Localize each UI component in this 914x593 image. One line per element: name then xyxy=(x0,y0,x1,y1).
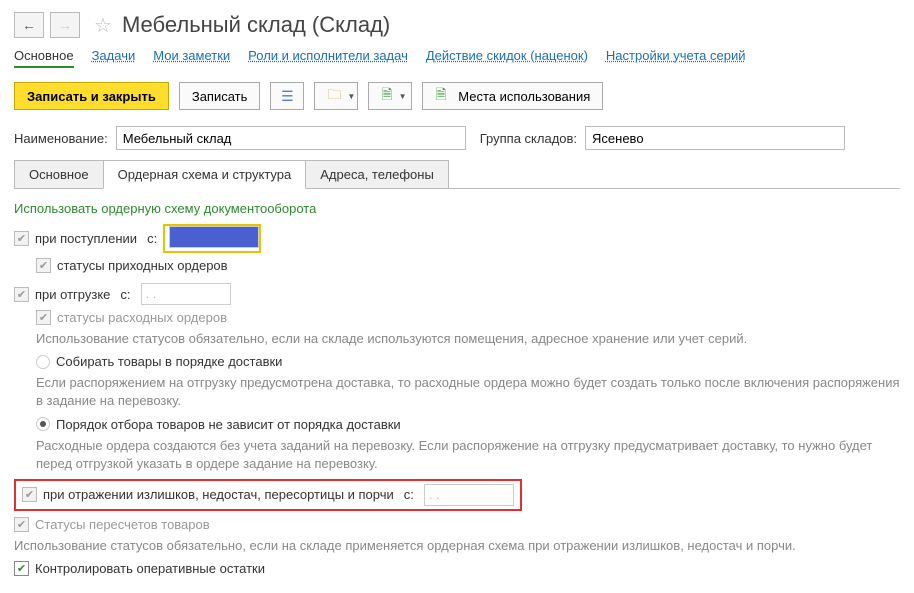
from-label-2: с: xyxy=(120,287,130,302)
tab-main[interactable]: Основное xyxy=(14,160,104,189)
name-label: Наименование: xyxy=(14,131,108,146)
nav-roles[interactable]: Роли и исполнители задач xyxy=(248,48,408,68)
on-ship-label: при отгрузке xyxy=(35,287,110,302)
section-header: Использовать ордерную схему документообо… xyxy=(14,201,900,216)
hint-collect: Если распоряжением на отгрузку предусмот… xyxy=(36,374,900,410)
forward-button[interactable]: → xyxy=(50,12,80,38)
surplus-highlight: ✔ при отражении излишков, недостач, пере… xyxy=(14,479,522,511)
nav-tasks[interactable]: Задачи xyxy=(92,48,136,68)
page-title: Мебельный склад (Склад) xyxy=(122,12,390,38)
report-button[interactable]: 🗎▼ xyxy=(368,82,412,110)
tab-addresses[interactable]: Адреса, телефоны xyxy=(305,160,449,189)
checkbox-on-ship: ✔ xyxy=(14,287,29,302)
checkbox-control[interactable]: ✔ xyxy=(14,561,29,576)
on-receipt-label: при поступлении xyxy=(35,231,137,246)
save-close-button[interactable]: Записать и закрыть xyxy=(14,82,169,110)
receipt-statuses-label: статусы приходных ордеров xyxy=(57,258,228,273)
checkbox-recount-statuses: ✔ xyxy=(14,517,29,532)
section-nav: Основное Задачи Мои заметки Роли и испол… xyxy=(14,48,900,68)
usage-button-label: Места использования xyxy=(458,89,590,104)
folder-icon: 🗀 xyxy=(327,84,341,108)
folder-button[interactable]: 🗀▼ xyxy=(314,82,358,110)
checkbox-on-surplus: ✔ xyxy=(22,487,37,502)
nav-series[interactable]: Настройки учета серий xyxy=(606,48,746,68)
checkbox-ship-statuses: ✔ xyxy=(36,310,51,325)
receipt-date-field[interactable] xyxy=(169,226,259,248)
group-label: Группа складов: xyxy=(480,131,577,146)
group-field[interactable] xyxy=(585,126,845,150)
from-label: с: xyxy=(147,231,157,246)
radio-order xyxy=(36,417,50,431)
radio-collect xyxy=(36,355,50,369)
checkbox-on-receipt: ✔ xyxy=(14,231,29,246)
list-icon: ☰ xyxy=(281,88,294,105)
recount-statuses-label: Статусы пересчетов товаров xyxy=(35,517,210,532)
hint-order: Расходные ордера создаются без учета зад… xyxy=(36,437,900,473)
receipt-date-highlight xyxy=(163,224,261,253)
nav-notes[interactable]: Мои заметки xyxy=(153,48,230,68)
from-label-3: с: xyxy=(404,487,414,502)
hint-statuses: Использование статусов обязательно, если… xyxy=(36,330,900,348)
chevron-down-icon: ▼ xyxy=(347,92,355,101)
favorite-star-icon[interactable]: ☆ xyxy=(94,13,112,38)
radio-collect-label: Собирать товары в порядке доставки xyxy=(56,354,282,369)
ship-statuses-label: статусы расходных ордеров xyxy=(57,310,227,325)
back-button[interactable]: ← xyxy=(14,12,44,38)
checkbox-receipt-statuses: ✔ xyxy=(36,258,51,273)
hint-recount: Использование статусов обязательно, если… xyxy=(14,537,900,555)
list-button[interactable]: ☰ xyxy=(270,82,304,110)
ship-date-field[interactable]: . . xyxy=(141,283,231,305)
nav-discounts[interactable]: Действие скидок (наценок) xyxy=(426,48,588,68)
report-icon: 🗎 xyxy=(381,84,392,108)
usage-button[interactable]: 🗎 Места использования xyxy=(422,82,603,110)
save-button[interactable]: Записать xyxy=(179,82,261,110)
surplus-date-field[interactable]: . . xyxy=(424,484,514,506)
usage-icon: 🗎 xyxy=(435,84,446,108)
nav-main[interactable]: Основное xyxy=(14,48,74,68)
toolbar: Записать и закрыть Записать ☰ 🗀▼ 🗎▼ 🗎 Ме… xyxy=(14,82,900,110)
on-surplus-label: при отражении излишков, недостач, пересо… xyxy=(43,487,394,502)
control-label: Контролировать оперативные остатки xyxy=(35,561,265,576)
chevron-down-icon: ▼ xyxy=(399,92,407,101)
tab-order-scheme[interactable]: Ордерная схема и структура xyxy=(103,160,307,189)
name-field[interactable] xyxy=(116,126,466,150)
radio-order-label: Порядок отбора товаров не зависит от пор… xyxy=(56,417,401,432)
tabs: Основное Ордерная схема и структура Адре… xyxy=(14,160,900,189)
